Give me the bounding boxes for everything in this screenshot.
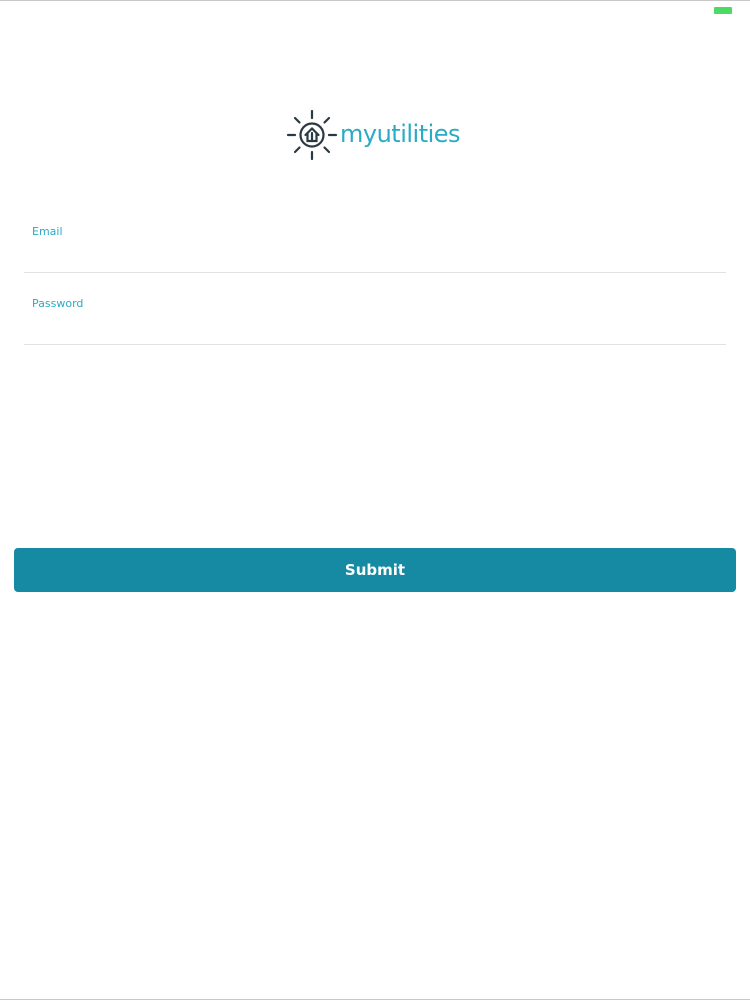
password-field[interactable] bbox=[32, 312, 718, 338]
email-field-container: Email bbox=[24, 200, 726, 273]
brand-name: myutilities bbox=[340, 120, 461, 148]
brand-logo: myutilities bbox=[286, 107, 461, 163]
email-field[interactable] bbox=[32, 240, 718, 266]
password-label: Password bbox=[32, 297, 84, 310]
status-bar bbox=[0, 1, 750, 21]
submit-button[interactable]: Submit bbox=[14, 548, 736, 592]
email-label: Email bbox=[32, 225, 63, 238]
battery-icon bbox=[714, 7, 732, 14]
sun-house-icon bbox=[286, 109, 338, 161]
password-field-container: Password bbox=[24, 272, 726, 345]
